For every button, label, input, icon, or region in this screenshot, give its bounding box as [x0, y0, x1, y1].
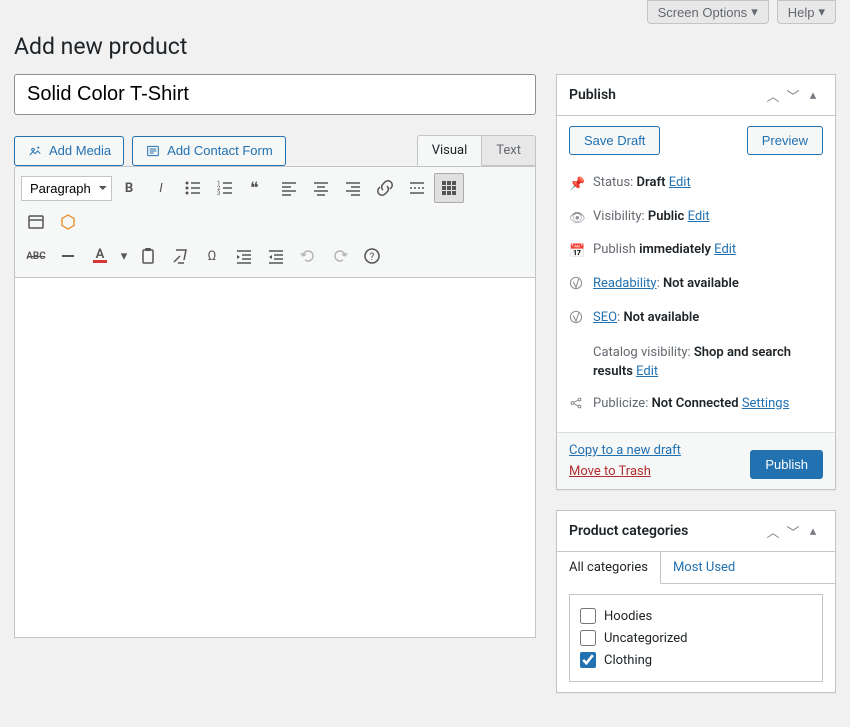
move-to-trash-link[interactable]: Move to Trash	[569, 464, 681, 479]
category-label: Clothing	[604, 653, 652, 668]
form-icon	[145, 143, 161, 159]
outdent-button[interactable]	[229, 241, 259, 271]
tab-most-used[interactable]: Most Used	[661, 552, 747, 583]
category-checkbox[interactable]	[580, 608, 596, 624]
page-title: Add new product	[14, 24, 836, 64]
category-item[interactable]: Uncategorized	[580, 627, 812, 649]
publicize-settings-link[interactable]: Settings	[742, 396, 789, 411]
edit-date-link[interactable]: Edit	[714, 242, 736, 257]
edit-catalog-link[interactable]: Edit	[636, 364, 658, 379]
publish-heading: Publish	[569, 87, 763, 103]
category-item[interactable]: Clothing	[580, 649, 812, 671]
align-left-button[interactable]	[274, 173, 304, 203]
add-media-button[interactable]: Add Media	[14, 136, 124, 166]
indent-button[interactable]	[261, 241, 291, 271]
chevron-down-icon: ▾	[818, 4, 825, 20]
svg-text:❝: ❝	[250, 178, 259, 197]
edit-visibility-link[interactable]: Edit	[688, 209, 710, 224]
category-item[interactable]: Hoodies	[580, 605, 812, 627]
readability-link[interactable]: Readability	[593, 276, 657, 291]
move-down-icon[interactable]: ﹀	[783, 85, 803, 105]
format-select[interactable]: Paragraph	[21, 176, 112, 201]
bold-button[interactable]: B	[114, 173, 144, 203]
tab-text[interactable]: Text	[482, 135, 536, 166]
category-checkbox[interactable]	[580, 652, 596, 668]
move-down-icon[interactable]: ﹀	[783, 521, 803, 541]
share-icon	[569, 396, 585, 417]
category-label: Hoodies	[604, 609, 652, 624]
media-icon	[27, 143, 43, 159]
toggle-panel-icon[interactable]: ▴	[803, 521, 823, 541]
chevron-down-icon: ▾	[751, 4, 758, 20]
yoast-icon	[569, 310, 585, 331]
blockquote-button[interactable]: ❝	[242, 173, 272, 203]
seo-link[interactable]: SEO	[593, 310, 617, 325]
card-block-button[interactable]	[21, 207, 51, 237]
calendar-icon: 📅	[569, 242, 585, 262]
move-up-icon[interactable]: ︿	[763, 85, 783, 105]
edit-status-link[interactable]: Edit	[669, 175, 691, 190]
category-label: Uncategorized	[604, 631, 687, 646]
align-right-button[interactable]	[338, 173, 368, 203]
editor-content[interactable]	[14, 278, 536, 638]
svg-text:3: 3	[217, 190, 220, 197]
horizontal-rule-button[interactable]	[53, 241, 83, 271]
yoast-icon	[569, 276, 585, 297]
bullet-list-button[interactable]	[178, 173, 208, 203]
product-title-input[interactable]	[14, 74, 536, 115]
screen-options-button[interactable]: Screen Options ▾	[647, 0, 769, 24]
save-draft-button[interactable]: Save Draft	[569, 126, 660, 155]
toolbar-toggle-button[interactable]	[434, 173, 464, 203]
text-color-button[interactable]: A	[85, 241, 115, 271]
pin-icon: 📌	[569, 175, 585, 195]
categories-box: Product categories ︿ ﹀ ▴ All categories …	[556, 510, 836, 693]
move-up-icon[interactable]: ︿	[763, 521, 783, 541]
toggle-panel-icon[interactable]: ▴	[803, 85, 823, 105]
read-more-button[interactable]	[402, 173, 432, 203]
italic-button[interactable]: I	[146, 173, 176, 203]
help-button[interactable]: Help ▾	[777, 0, 836, 24]
strikethrough-button[interactable]: ABC	[21, 241, 51, 271]
paste-text-button[interactable]	[133, 241, 163, 271]
publish-box: Publish ︿ ﹀ ▴ Save Draft Preview 📌 Statu…	[556, 74, 836, 490]
category-checkbox[interactable]	[580, 630, 596, 646]
help-icon-button[interactable]: ?	[357, 241, 387, 271]
clear-formatting-button[interactable]	[165, 241, 195, 271]
tab-all-categories[interactable]: All categories	[557, 552, 661, 584]
undo-button[interactable]	[293, 241, 323, 271]
hex-block-button[interactable]	[53, 207, 83, 237]
text-color-dropdown[interactable]: ▾	[117, 241, 131, 271]
redo-button[interactable]	[325, 241, 355, 271]
copy-to-draft-link[interactable]: Copy to a new draft	[569, 443, 681, 458]
categories-heading: Product categories	[569, 523, 763, 539]
tab-visual[interactable]: Visual	[417, 135, 483, 166]
publish-button[interactable]: Publish	[750, 450, 823, 479]
special-character-button[interactable]: Ω	[197, 241, 227, 271]
align-center-button[interactable]	[306, 173, 336, 203]
preview-button[interactable]: Preview	[747, 126, 823, 155]
numbered-list-button[interactable]: 123	[210, 173, 240, 203]
svg-text:?: ?	[370, 252, 375, 263]
link-button[interactable]	[370, 173, 400, 203]
eye-icon: 👁	[569, 209, 585, 229]
add-contact-form-button[interactable]: Add Contact Form	[132, 136, 286, 166]
